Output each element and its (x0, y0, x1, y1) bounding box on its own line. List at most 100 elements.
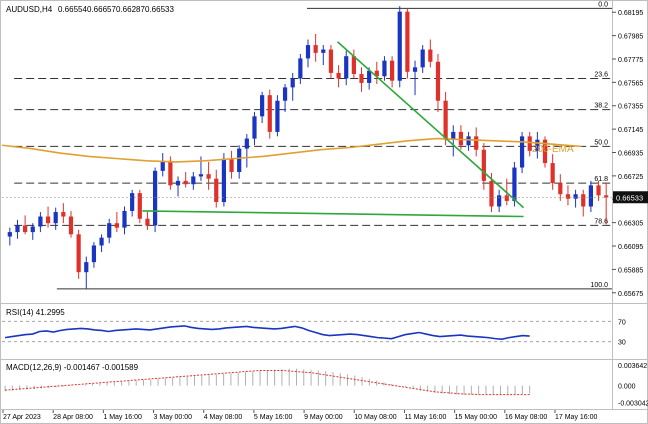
time-tick-label: 17 May 16:00 (555, 414, 598, 421)
chart-canvas: 0.023.638.250.061.878.6100.0 0.681950.67… (0, 0, 648, 424)
candle-body (550, 163, 555, 184)
price-tick-label: 0.67355 (618, 104, 643, 111)
price-tick-label: 0.67985 (618, 34, 643, 41)
candle-body (61, 212, 66, 217)
candle-body (229, 158, 234, 172)
candle-body (7, 232, 12, 237)
price-tick-label: 0.65885 (618, 267, 643, 274)
fib-level-label: 50.0 (594, 139, 608, 146)
candle-body (53, 212, 58, 224)
time-tick-label: 1 May 16:00 (103, 414, 142, 421)
candle-body (68, 216, 74, 235)
candle-body (328, 49, 334, 73)
rsi-tick-label: 70 (618, 319, 626, 326)
candle-body (397, 11, 402, 81)
candle-body (290, 78, 295, 88)
candle-body (130, 193, 135, 211)
current-price-label: 0.66533 (616, 193, 643, 202)
candle-body (474, 136, 479, 150)
fib-level-label: 61.8 (594, 176, 608, 183)
candle-body (191, 176, 196, 185)
candle-body (412, 67, 418, 72)
candle-body (282, 87, 288, 101)
time-tick-label: 15 May 00:00 (455, 414, 498, 421)
time-tick-label: 5 May 16:00 (254, 414, 293, 421)
candle-body (351, 56, 356, 75)
time-tick-label: 3 May 00:00 (154, 414, 193, 421)
candle-body (183, 180, 188, 185)
candle-body (244, 138, 249, 149)
price-tick-label: 0.67565 (618, 80, 643, 87)
candle-body (260, 95, 265, 117)
time-tick-label: 9 May 00:00 (304, 414, 343, 421)
ohlc-low: 0.66287 (116, 5, 145, 14)
fib-level-label: 100.0 (590, 282, 608, 289)
price-tick-label: 0.66935 (618, 151, 643, 158)
candle-body (198, 174, 204, 177)
candle-body (382, 60, 387, 77)
candle-body (512, 167, 517, 201)
candle-body (91, 245, 97, 263)
candle-body (206, 174, 211, 179)
chart-frame (0, 0, 648, 424)
candle-body (504, 195, 509, 201)
candle-body (38, 216, 43, 227)
candle-body (99, 237, 104, 246)
macd-tick-label: 0.000 (618, 384, 636, 391)
macd-tick-label: -0.003042 (618, 401, 648, 408)
candle-body (359, 74, 364, 83)
price-tick-label: 0.65675 (618, 291, 643, 298)
candle-body (481, 149, 486, 181)
candle-body (443, 100, 448, 140)
rsi-label: RSI(14) 41.2995 (6, 308, 65, 317)
ohlc-open: 0.66554 (58, 5, 87, 14)
candle-body (321, 49, 326, 53)
candle-body (405, 11, 410, 72)
candle-body (160, 160, 165, 171)
time-tick-label: 16 May 08:00 (505, 414, 548, 421)
candle-body (466, 136, 471, 146)
chart-title: AUDUSD,H4 (6, 5, 53, 14)
price-tick-label: 0.67145 (618, 127, 643, 134)
candle-body (420, 49, 425, 68)
candle-body (275, 100, 280, 132)
price-tick-label: 0.66725 (618, 174, 643, 181)
candle-body (122, 210, 127, 228)
candle-body (84, 262, 89, 273)
candle-body (558, 183, 563, 195)
candle-body (573, 194, 578, 199)
candle-body (313, 45, 318, 53)
candle-body (107, 223, 112, 238)
price-tick-label: 0.68195 (618, 10, 643, 17)
ema-label: 200-EMA (532, 144, 574, 155)
candle-body (367, 70, 372, 83)
candle-body (435, 61, 441, 101)
candle-body (267, 95, 272, 132)
candle-body (175, 180, 181, 186)
price-tick-label: 0.66305 (618, 221, 643, 228)
time-tick-label: 10 May 08:00 (354, 414, 397, 421)
ohlc-close: 0.66533 (145, 5, 174, 14)
candle-body (596, 185, 601, 196)
candle-body (389, 60, 395, 81)
candle-body (30, 226, 35, 233)
fib-level-label: 38.2 (594, 103, 608, 110)
candle-body (221, 158, 227, 203)
candle-body (15, 225, 20, 233)
candle-body (298, 58, 303, 79)
candle-body (458, 131, 464, 146)
macd-tick-label: 0.003642 (618, 363, 647, 370)
fib-level-label: 0.0 (598, 1, 608, 8)
candle-body (114, 223, 119, 228)
candle-body (45, 216, 51, 224)
candle-body (336, 72, 341, 79)
price-tick-label: 0.67775 (618, 57, 643, 64)
candle-body (581, 194, 586, 207)
candle-body (252, 116, 257, 139)
candle-body (168, 160, 173, 186)
price-tick-label: 0.66095 (618, 244, 643, 251)
ohlc-high: 0.66657 (87, 5, 116, 14)
candle-body (214, 178, 219, 203)
candle-body (428, 49, 433, 62)
candle-body (588, 185, 593, 207)
